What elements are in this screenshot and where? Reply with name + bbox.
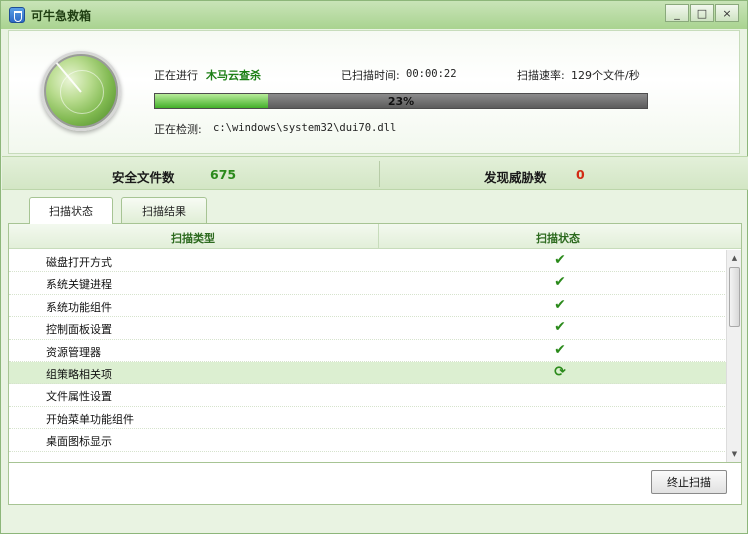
refresh-icon: ⟳: [554, 363, 566, 380]
window-controls: _ □ ×: [664, 4, 739, 22]
safe-files-label: 安全文件数: [112, 170, 175, 185]
speed-value: 129个文件/秒: [571, 69, 640, 82]
table-rows: 磁盘打开方式 ✔ 系统关键进程 ✔ 系统功能组件 ✔ 控制面板设置 ✔ 资源管理…: [9, 250, 727, 452]
check-icon: ✔: [554, 319, 566, 336]
minimize-button[interactable]: _: [665, 4, 689, 22]
maximize-button[interactable]: □: [690, 4, 714, 22]
row-name: 磁盘打开方式: [46, 256, 112, 269]
row-name: 组策略相关项: [46, 367, 112, 381]
scroll-down-icon[interactable]: ▼: [728, 447, 741, 461]
tab-scan-results[interactable]: 扫描结果: [121, 197, 207, 223]
app-shield-icon: [9, 7, 25, 23]
row-name: 资源管理器: [46, 345, 101, 359]
running-label: 正在进行: [154, 69, 198, 82]
table-row[interactable]: 控制面板设置 ✔: [9, 317, 727, 340]
table-row[interactable]: 开始菜单功能组件: [9, 407, 727, 430]
checking-label: 正在检测:: [154, 123, 202, 136]
column-header-status: 扫描状态: [536, 232, 580, 245]
check-icon: ✔: [554, 252, 566, 268]
header-divider: [378, 224, 379, 249]
window-title: 可牛急救箱: [31, 9, 92, 23]
row-name: 文件属性设置: [46, 390, 112, 404]
scan-table: 扫描类型 扫描状态 磁盘打开方式 ✔ 系统关键进程 ✔ 系统功能组件 ✔ 控制面…: [8, 223, 742, 463]
vertical-scrollbar[interactable]: ▲ ▼: [726, 250, 741, 462]
tab-scan-status[interactable]: 扫描状态: [29, 197, 113, 224]
scroll-thumb[interactable]: [729, 267, 740, 327]
stats-divider: [379, 161, 380, 187]
running-task: 木马云查杀: [206, 69, 261, 82]
row-name: 系统功能组件: [46, 300, 112, 314]
table-header: 扫描类型 扫描状态: [9, 224, 741, 249]
row-name: 控制面板设置: [46, 323, 112, 337]
safe-files-count: 675: [210, 167, 237, 182]
table-row[interactable]: 资源管理器 ✔: [9, 340, 727, 362]
threats-label: 发现威胁数: [484, 170, 547, 185]
row-name: 桌面图标显示: [46, 435, 112, 449]
elapsed-label: 已扫描时间:: [341, 69, 400, 82]
radar-icon: [41, 51, 121, 131]
column-header-type: 扫描类型: [171, 232, 215, 245]
table-row[interactable]: 系统功能组件 ✔: [9, 295, 727, 318]
checking-path: c:\windows\system32\dui70.dll: [213, 122, 397, 134]
footer-area: [8, 463, 742, 505]
scroll-up-icon[interactable]: ▲: [728, 251, 741, 265]
table-row-active[interactable]: 组策略相关项 ⟳: [9, 361, 727, 385]
row-name: 开始菜单功能组件: [46, 412, 134, 426]
stop-scan-button[interactable]: 终止扫描: [651, 470, 727, 494]
check-icon: ✔: [554, 341, 566, 358]
scan-progress-bar: 23%: [154, 93, 648, 109]
progress-text: 23%: [387, 95, 415, 108]
elapsed-value: 00:00:22: [406, 68, 457, 80]
table-row[interactable]: 桌面图标显示: [9, 429, 727, 452]
table-row[interactable]: 系统关键进程 ✔: [9, 272, 727, 295]
table-row[interactable]: 文件属性设置: [9, 384, 727, 407]
threats-count: 0: [576, 167, 585, 182]
table-row[interactable]: 磁盘打开方式 ✔: [9, 250, 727, 273]
check-icon: ✔: [554, 274, 566, 291]
row-name: 系统关键进程: [46, 278, 112, 292]
close-button[interactable]: ×: [715, 4, 739, 22]
speed-label: 扫描速率:: [517, 69, 565, 82]
main-window: 可牛急救箱 _ □ × 正在进行 木马云查杀 已扫描时间: 00:00:22 扫…: [0, 0, 748, 534]
title-bar[interactable]: 可牛急救箱 _ □ ×: [1, 1, 747, 29]
check-icon: ✔: [554, 296, 566, 313]
stats-bar: 安全文件数 675 发现威胁数 0: [2, 156, 748, 190]
